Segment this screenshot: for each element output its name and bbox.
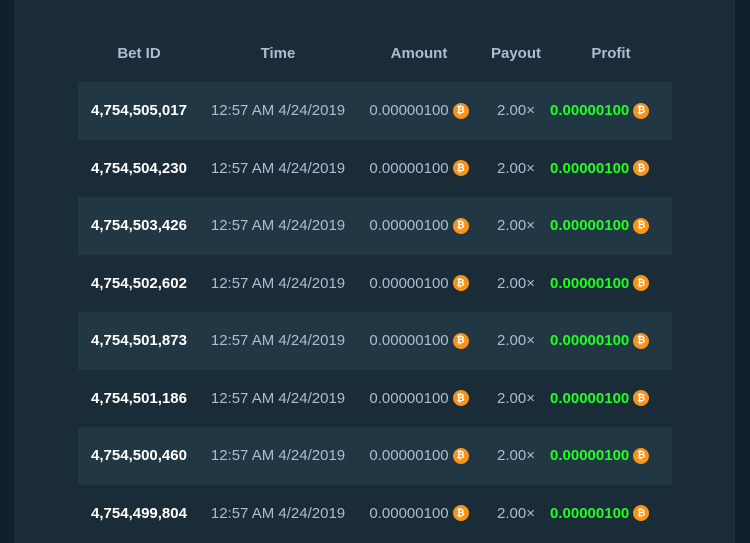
table-body: 4,754,505,017 12:57 AM 4/24/2019 0.0000010…	[78, 82, 672, 542]
bet-amount: 0.00000100 ₿	[356, 275, 482, 292]
bet-payout: 2.00×	[497, 332, 535, 350]
bet-amount-value: 0.00000100	[369, 217, 449, 235]
bet-id-link[interactable]: 4,754,500,460	[78, 447, 200, 464]
bet-amount-value: 0.00000100	[369, 159, 449, 177]
bet-amount-value: 0.00000100	[369, 504, 449, 522]
bet-id-link[interactable]: 4,754,501,873	[78, 332, 200, 349]
bet-payout: 2.00×	[497, 447, 535, 465]
bitcoin-icon: ₿	[633, 160, 650, 177]
bet-profit: 0.00000100 ₿	[550, 332, 672, 349]
bet-id-link[interactable]: 4,754,504,230	[78, 160, 200, 177]
bet-amount-value: 0.00000100	[369, 274, 449, 292]
bet-profit-value: 0.00000100	[550, 217, 630, 235]
table-row[interactable]: 4,754,501,186 12:57 AM 4/24/2019 0.0000010…	[78, 370, 672, 428]
bet-id-link[interactable]: 4,754,505,017	[78, 102, 200, 119]
header-time: Time	[260, 44, 296, 62]
bet-time: 12:57 AM 4/24/2019	[210, 447, 346, 465]
bitcoin-icon: ₿	[633, 505, 650, 522]
bitcoin-icon: ₿	[633, 217, 650, 234]
bitcoin-icon: ₿	[452, 505, 469, 522]
bet-time: 12:57 AM 4/24/2019	[210, 102, 346, 120]
bitcoin-icon: ₿	[633, 447, 650, 464]
bet-profit-value: 0.00000100	[550, 389, 630, 407]
bitcoin-icon: ₿	[633, 332, 650, 349]
bet-payout: 2.00×	[497, 159, 535, 177]
bet-amount-value: 0.00000100	[369, 102, 449, 120]
bet-id-link[interactable]: 4,754,499,804	[78, 505, 200, 522]
bitcoin-icon: ₿	[452, 160, 469, 177]
bet-id-link[interactable]: 4,754,503,426	[78, 217, 200, 234]
header-profit: Profit	[591, 44, 631, 62]
bet-profit: 0.00000100 ₿	[550, 275, 672, 292]
bet-amount: 0.00000100 ₿	[356, 102, 482, 119]
bet-profit-value: 0.00000100	[550, 332, 630, 350]
header-payout: Payout	[490, 44, 541, 62]
bet-payout: 2.00×	[497, 217, 535, 235]
bet-profit: 0.00000100 ₿	[550, 390, 672, 407]
bet-amount-value: 0.00000100	[369, 332, 449, 350]
bitcoin-icon: ₿	[452, 275, 469, 292]
bet-amount: 0.00000100 ₿	[356, 332, 482, 349]
bitcoin-icon: ₿	[452, 332, 469, 349]
table-header: Bet ID Time Amount Payout Profit	[78, 24, 672, 82]
bitcoin-icon: ₿	[633, 390, 650, 407]
table-row[interactable]: 4,754,502,602 12:57 AM 4/24/2019 0.0000010…	[78, 255, 672, 313]
bet-amount: 0.00000100 ₿	[356, 160, 482, 177]
table-row[interactable]: 4,754,504,230 12:57 AM 4/24/2019 0.0000010…	[78, 140, 672, 198]
bet-time: 12:57 AM 4/24/2019	[210, 332, 346, 350]
header-amount: Amount	[390, 44, 448, 62]
bet-amount: 0.00000100 ₿	[356, 217, 482, 234]
bitcoin-icon: ₿	[633, 102, 650, 119]
table-row[interactable]: 4,754,500,460 12:57 AM 4/24/2019 0.0000010…	[78, 427, 672, 485]
bet-profit-value: 0.00000100	[550, 504, 630, 522]
bet-profit-value: 0.00000100	[550, 274, 630, 292]
bet-amount: 0.00000100 ₿	[356, 390, 482, 407]
table-row[interactable]: 4,754,503,426 12:57 AM 4/24/2019 0.0000010…	[78, 197, 672, 255]
bet-payout: 2.00×	[497, 389, 535, 407]
bet-amount: 0.00000100 ₿	[356, 447, 482, 464]
bitcoin-icon: ₿	[452, 217, 469, 234]
bet-amount-value: 0.00000100	[369, 447, 449, 465]
bet-amount: 0.00000100 ₿	[356, 505, 482, 522]
table-row[interactable]: 4,754,501,873 12:57 AM 4/24/2019 0.0000010…	[78, 312, 672, 370]
bet-time: 12:57 AM 4/24/2019	[210, 217, 346, 235]
bet-profit-value: 0.00000100	[550, 102, 630, 120]
table-row[interactable]: 4,754,499,804 12:57 AM 4/24/2019 0.0000010…	[78, 485, 672, 543]
bet-time: 12:57 AM 4/24/2019	[210, 389, 346, 407]
bet-payout: 2.00×	[497, 504, 535, 522]
bet-id-link[interactable]: 4,754,501,186	[78, 390, 200, 407]
bet-profit-value: 0.00000100	[550, 159, 630, 177]
bet-profit: 0.00000100 ₿	[550, 447, 672, 464]
bitcoin-icon: ₿	[452, 447, 469, 464]
bet-profit: 0.00000100 ₿	[550, 160, 672, 177]
page-background: Bet ID Time Amount Payout Profit 4,754,5…	[0, 0, 750, 543]
table-row[interactable]: 4,754,505,017 12:57 AM 4/24/2019 0.0000010…	[78, 82, 672, 140]
bet-profit-value: 0.00000100	[550, 447, 630, 465]
bitcoin-icon: ₿	[452, 102, 469, 119]
bet-profit: 0.00000100 ₿	[550, 102, 672, 119]
bet-time: 12:57 AM 4/24/2019	[210, 159, 346, 177]
header-bet-id: Bet ID	[117, 44, 161, 62]
bet-time: 12:57 AM 4/24/2019	[210, 504, 346, 522]
bitcoin-icon: ₿	[633, 275, 650, 292]
bet-amount-value: 0.00000100	[369, 389, 449, 407]
bets-table: Bet ID Time Amount Payout Profit 4,754,5…	[78, 24, 672, 543]
bitcoin-icon: ₿	[452, 390, 469, 407]
bet-payout: 2.00×	[497, 102, 535, 120]
bet-profit: 0.00000100 ₿	[550, 217, 672, 234]
bet-profit: 0.00000100 ₿	[550, 505, 672, 522]
bet-time: 12:57 AM 4/24/2019	[210, 274, 346, 292]
bet-id-link[interactable]: 4,754,502,602	[78, 275, 200, 292]
bet-payout: 2.00×	[497, 274, 535, 292]
